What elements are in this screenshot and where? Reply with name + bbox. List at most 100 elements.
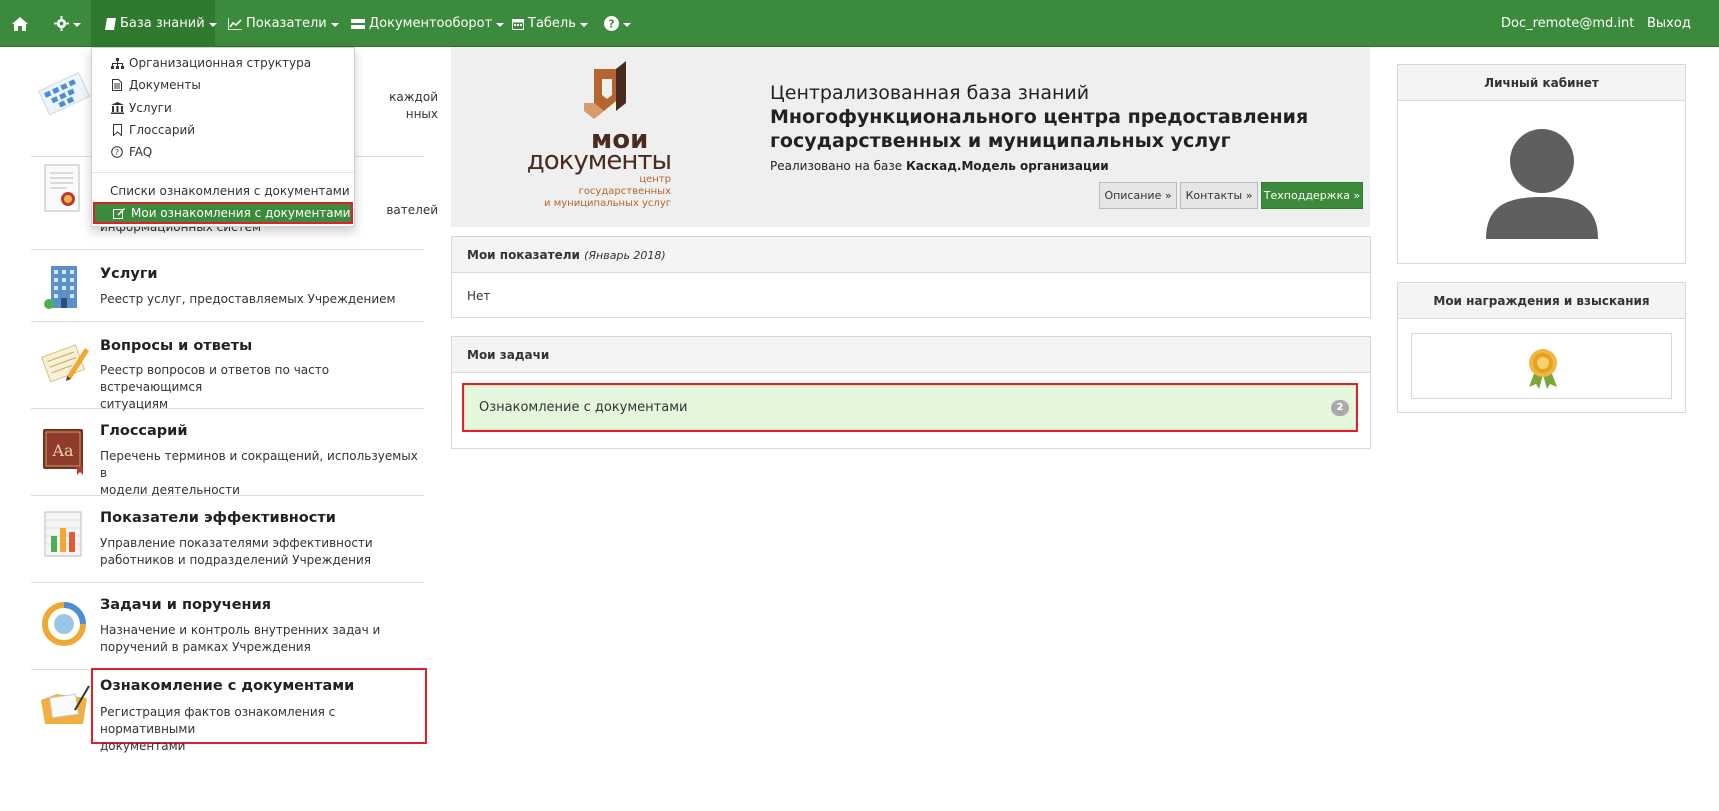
hdd-icon bbox=[351, 18, 365, 29]
list-item-tasks[interactable]: Задачи и поручения Назначение и контроль… bbox=[31, 583, 424, 670]
logo-text-line2: документы bbox=[526, 146, 672, 176]
nav-indicators[interactable]: Показатели bbox=[228, 0, 339, 47]
list-item-title[interactable]: Глоссарий bbox=[100, 423, 188, 439]
help-menu[interactable]: ? bbox=[604, 0, 631, 47]
nav-document-flow[interactable]: Документооборот bbox=[351, 0, 505, 47]
personal-cabinet-panel: Личный кабинет bbox=[1397, 64, 1686, 264]
list-item-kpi[interactable]: Показатели эффективности Управление пока… bbox=[31, 496, 424, 583]
my-tasks-panel: Мои задачи Ознакомление с документами 2 bbox=[451, 336, 1371, 449]
svg-text:Aa: Aa bbox=[51, 441, 74, 460]
logo-subtext: и муниципальных услуг bbox=[544, 198, 671, 209]
nav-timesheet[interactable]: Табель bbox=[512, 0, 588, 47]
panel-title: Мои награждения и взыскания bbox=[1398, 283, 1685, 319]
logo-emblem-icon bbox=[584, 61, 626, 119]
knowledge-base-dropdown: Организационная структура Документы Услу… bbox=[91, 47, 355, 227]
dropdown-item-my-acquaintances[interactable]: Мои ознакомления с документами bbox=[93, 202, 353, 224]
indicators-value: Нет bbox=[467, 289, 491, 303]
logo: мои документы центр государственных и му… bbox=[511, 61, 672, 221]
user-account-link[interactable]: Doc_remote@md.int bbox=[1501, 0, 1634, 47]
dropdown-item-services[interactable]: Услуги bbox=[92, 97, 354, 119]
list-item-doc-acquaintance[interactable]: Ознакомление с документами Регистрация ф… bbox=[31, 668, 427, 803]
banner-title: Централизованная база знаний bbox=[770, 82, 1090, 104]
top-navbar: База знаний Показатели Документооборот Т… bbox=[0, 0, 1719, 47]
question-icon: ? bbox=[604, 16, 619, 31]
dropdown-item-org-structure[interactable]: Организационная структура bbox=[92, 52, 354, 74]
chevron-down-icon bbox=[623, 22, 631, 27]
dropdown-item-glossary[interactable]: Глоссарий bbox=[92, 119, 354, 141]
chart-spreadsheet-icon bbox=[37, 508, 91, 562]
chevron-down-icon bbox=[73, 22, 81, 27]
award-medal-icon[interactable] bbox=[1523, 347, 1563, 389]
gear-icon bbox=[54, 16, 69, 31]
dropdown-item-label: Мои ознакомления с документами bbox=[131, 206, 351, 220]
awards-panel: Мои награждения и взыскания bbox=[1397, 282, 1686, 413]
logo-subtext: государственных bbox=[578, 186, 671, 197]
dropdown-item-label: Документы bbox=[129, 78, 201, 92]
nav-knowledge-base[interactable]: База знаний bbox=[91, 0, 217, 47]
question-circle-icon: ? bbox=[110, 145, 124, 159]
list-item-title[interactable]: Услуги bbox=[100, 266, 158, 282]
task-cycle-icon bbox=[37, 597, 91, 651]
user-email: Doc_remote@md.int bbox=[1501, 16, 1635, 31]
banner-implementation: Реализовано на базе Каскад.Модель органи… bbox=[770, 159, 1109, 173]
panel-title: Мои показатели (Январь 2018) bbox=[467, 248, 666, 262]
calendar-icon bbox=[512, 18, 524, 30]
list-item-description: Управление показателями эффективности ра… bbox=[100, 536, 373, 567]
user-silhouette-icon[interactable] bbox=[1486, 127, 1598, 239]
dropdown-divider bbox=[92, 172, 354, 173]
list-item-glossary[interactable]: Aa Глоссарий Перечень терминов и сокраще… bbox=[31, 409, 424, 497]
svg-text:?: ? bbox=[115, 148, 119, 157]
chevron-down-icon bbox=[496, 22, 505, 27]
nav-knowledge-base-label: База знаний bbox=[120, 16, 205, 31]
list-item-title[interactable]: Вопросы и ответы bbox=[100, 338, 252, 354]
list-item-description: Реестр услуг, предоставляемых Учреждение… bbox=[100, 292, 396, 306]
dropdown-item-label: FAQ bbox=[129, 145, 153, 159]
pencil-notepad-icon bbox=[37, 336, 91, 390]
header-banner: мои документы центр государственных и му… bbox=[451, 47, 1370, 227]
panel-header: Мои задачи bbox=[452, 337, 1370, 373]
nav-indicators-label: Показатели bbox=[246, 16, 327, 31]
list-item-description: Перечень терминов и сокращений, использу… bbox=[100, 449, 418, 497]
document-certificate-icon bbox=[37, 163, 91, 217]
chart-icon bbox=[228, 17, 242, 30]
banner-subtitle: Многофункционального центра предоставлен… bbox=[770, 106, 1309, 152]
logout-link[interactable]: Выход bbox=[1647, 0, 1691, 47]
my-indicators-panel: Мои показатели (Январь 2018) Нет bbox=[451, 236, 1371, 318]
dropdown-item-label: Услуги bbox=[129, 101, 172, 115]
book-icon bbox=[105, 17, 116, 30]
chevron-down-icon bbox=[579, 22, 588, 27]
description-button[interactable]: Описание » bbox=[1099, 182, 1177, 209]
home-link[interactable] bbox=[12, 0, 30, 47]
panel-header: Мои показатели (Январь 2018) bbox=[452, 237, 1370, 273]
panel-title: Мои задачи bbox=[467, 348, 550, 362]
home-icon bbox=[12, 16, 28, 31]
bookmark-icon bbox=[110, 123, 124, 137]
bank-icon bbox=[110, 101, 124, 115]
list-item-services[interactable]: Услуги Реестр услуг, предоставляемых Учр… bbox=[31, 250, 424, 322]
list-item-description: Назначение и контроль внутренних задач и… bbox=[100, 623, 381, 654]
list-item-title[interactable]: Задачи и поручения bbox=[100, 597, 271, 613]
nav-document-flow-label: Документооборот bbox=[369, 16, 493, 31]
settings-menu[interactable] bbox=[54, 0, 81, 47]
dropdown-item-label: Списки ознакомления с документами bbox=[110, 184, 350, 198]
dropdown-item-label: Организационная структура bbox=[129, 56, 312, 70]
list-item-title[interactable]: Показатели эффективности bbox=[100, 510, 336, 526]
awards-box bbox=[1411, 333, 1672, 399]
building-icon bbox=[37, 260, 91, 314]
sitemap-icon bbox=[110, 56, 124, 70]
dropdown-item-documents[interactable]: Документы bbox=[92, 74, 354, 96]
list-item-title[interactable]: Ознакомление с документами bbox=[100, 678, 354, 694]
contacts-button[interactable]: Контакты » bbox=[1180, 182, 1258, 209]
chevron-down-icon bbox=[330, 22, 339, 27]
support-button[interactable]: Техподдержка » bbox=[1261, 182, 1363, 209]
dropdown-item-label: Глоссарий bbox=[129, 123, 196, 137]
task-item-doc-acquaintance[interactable]: Ознакомление с документами 2 bbox=[462, 383, 1358, 432]
dropdown-item-acquaintance-lists[interactable]: Списки ознакомления с документами bbox=[92, 180, 354, 202]
edit-icon bbox=[112, 206, 126, 220]
list-item-description: Реестр вопросов и ответов по часто встре… bbox=[100, 363, 330, 411]
list-item-faq[interactable]: Вопросы и ответы Реестр вопросов и ответ… bbox=[31, 322, 424, 411]
folder-pen-icon bbox=[37, 680, 91, 734]
task-item-label: Ознакомление с документами bbox=[479, 400, 688, 415]
svg-text:?: ? bbox=[609, 18, 615, 30]
dropdown-item-faq[interactable]: ? FAQ bbox=[92, 141, 354, 163]
